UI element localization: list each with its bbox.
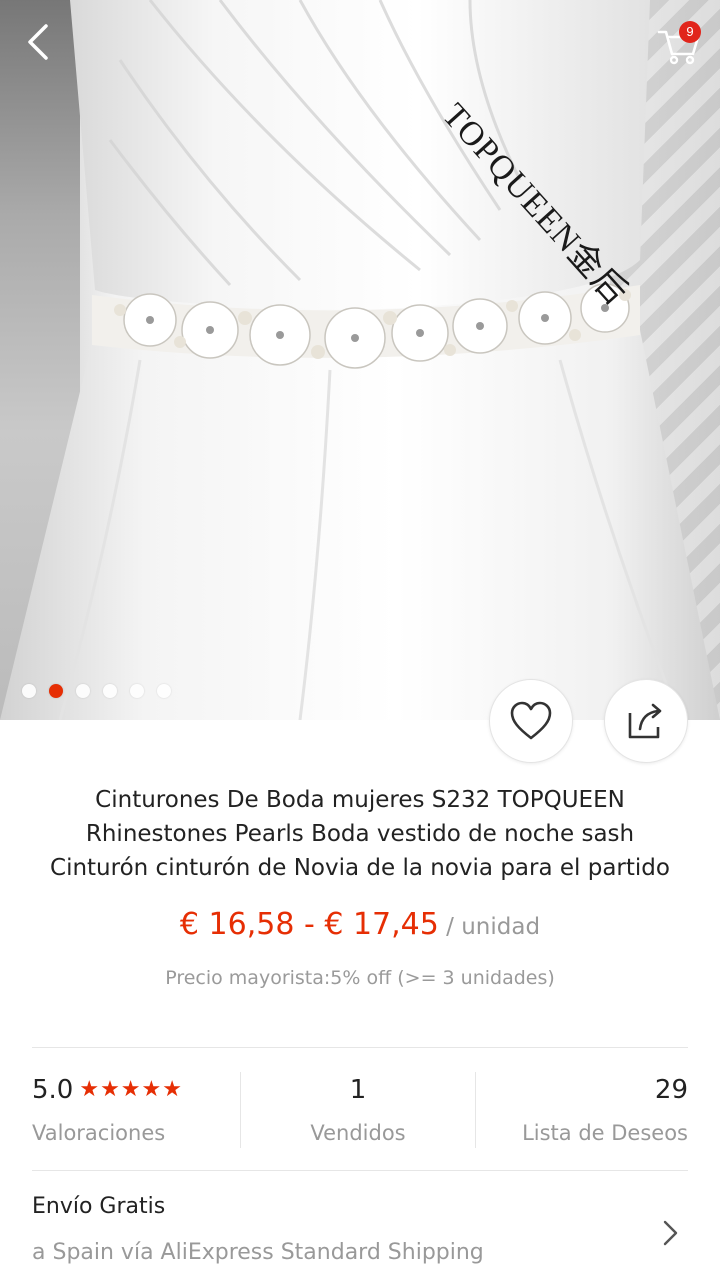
product-image-gallery[interactable]: TOPQUEEN金后 9: [0, 0, 720, 720]
chevron-left-icon: [28, 24, 48, 60]
divider: [32, 1047, 688, 1048]
gallery-dot[interactable]: [76, 684, 90, 698]
wishlist-count: 29: [654, 1075, 688, 1105]
gallery-dot[interactable]: [22, 684, 36, 698]
back-button[interactable]: [22, 20, 62, 64]
shipping-row[interactable]: Envío Gratis a Spain vía AliExpress Stan…: [32, 1170, 688, 1280]
wishlist-label: Lista de Deseos: [522, 1121, 688, 1145]
wishlist-stat: 29 Lista de Deseos: [476, 1072, 688, 1148]
share-icon: [628, 703, 662, 739]
wishlist-button[interactable]: [489, 679, 573, 763]
wholesale-price-note: Precio mayorista:5% off (>= 3 unidades): [165, 967, 555, 989]
gallery-dot-active[interactable]: [49, 684, 63, 698]
rating-value: 5.0: [32, 1075, 74, 1105]
shipping-title: Envío Gratis: [32, 1194, 166, 1219]
chevron-right-icon: [663, 1220, 678, 1246]
price-line: € 16,58 - € 17,45 / unidad: [0, 907, 720, 942]
rating-stars-icon: ★★★★★: [79, 1077, 183, 1102]
sold-label: Vendidos: [310, 1121, 406, 1145]
product-title: Cinturones De Boda mujeres S232 TOPQUEEN…: [50, 787, 670, 881]
gallery-dot[interactable]: [103, 684, 117, 698]
product-price: € 16,58 - € 17,45: [179, 907, 439, 942]
cart-count-badge: 9: [679, 21, 701, 43]
share-button[interactable]: [604, 679, 688, 763]
heart-outline-icon: [510, 701, 552, 740]
gallery-dot[interactable]: [130, 684, 144, 698]
shipping-detail: a Spain vía AliExpress Standard Shipping: [32, 1240, 484, 1265]
sold-stat: 1 Vendidos: [241, 1072, 475, 1148]
rating-label: Valoraciones: [32, 1121, 166, 1145]
dress-illustration: [0, 0, 720, 720]
product-stats: 5.0 ★★★★★ Valoraciones 1 Vendidos 29 List…: [32, 1072, 688, 1148]
sold-value: 1: [349, 1075, 367, 1105]
price-unit: / unidad: [438, 914, 541, 940]
rating-stat[interactable]: 5.0 ★★★★★ Valoraciones: [32, 1072, 240, 1148]
gallery-pagination: [22, 684, 171, 698]
gallery-dot[interactable]: [157, 684, 171, 698]
